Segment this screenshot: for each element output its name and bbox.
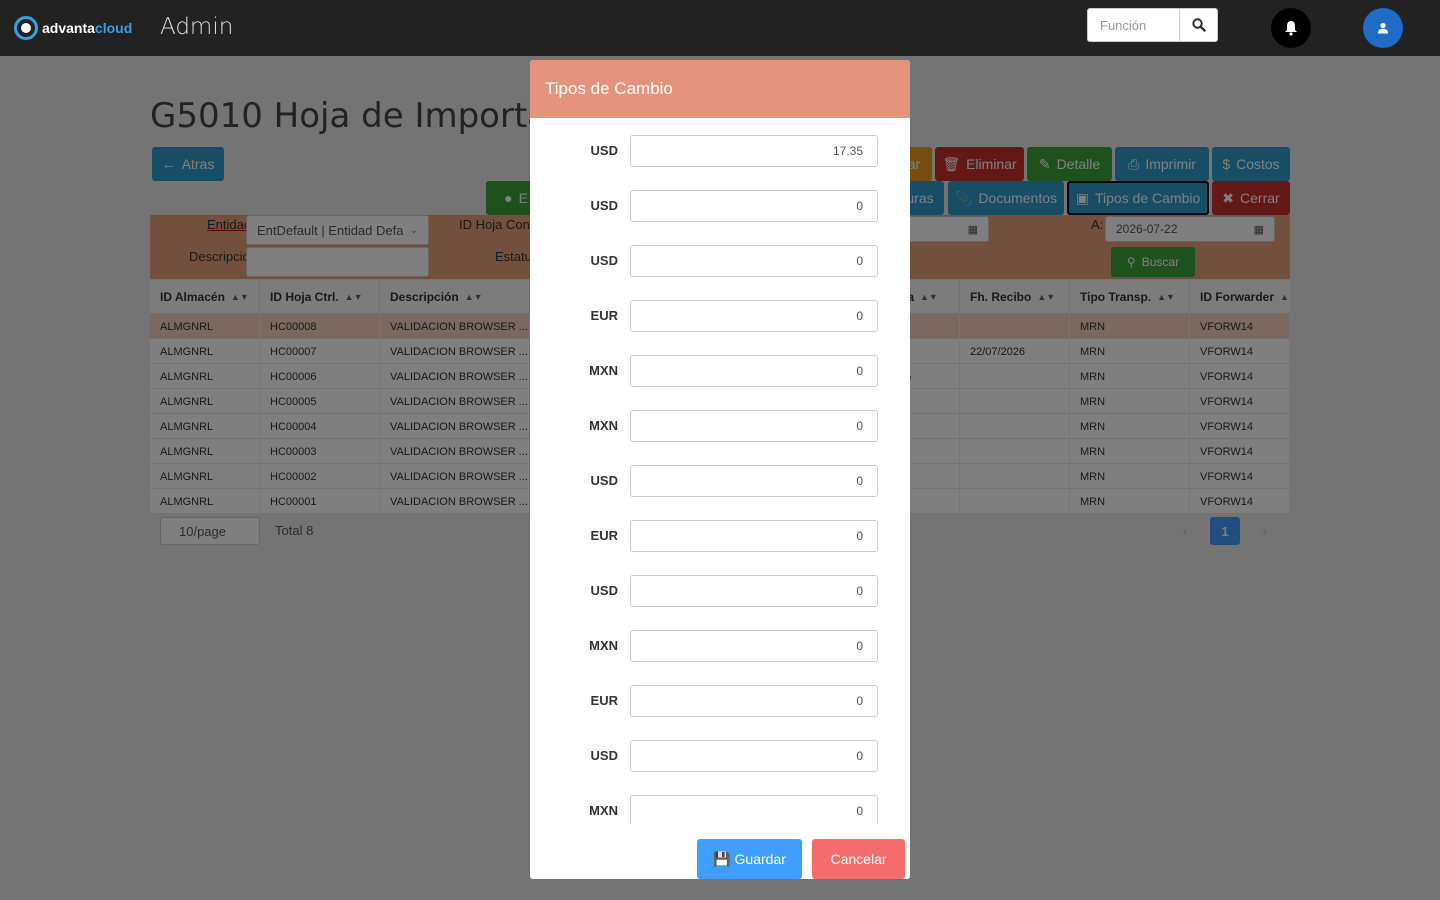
exchange-rate-input[interactable] — [630, 630, 878, 662]
logo-text-advanta: advanta — [42, 20, 95, 36]
search-button[interactable] — [1180, 8, 1218, 42]
currency-label: USD — [590, 198, 618, 213]
currency-label: USD — [590, 143, 618, 158]
bell-icon — [1285, 21, 1297, 36]
exchange-rate-input[interactable] — [630, 740, 878, 772]
dialog-title: Tipos de Cambio — [545, 79, 673, 98]
exchange-rate-input[interactable] — [630, 245, 878, 277]
search-icon — [1191, 18, 1206, 32]
exchange-rate-input[interactable] — [630, 410, 878, 442]
exchange-rate-input[interactable] — [630, 355, 878, 387]
user-icon — [1378, 22, 1388, 34]
exchange-rate-input[interactable] — [630, 190, 878, 222]
currency-label: MXN — [589, 363, 618, 378]
exchange-rate-input[interactable] — [630, 465, 878, 497]
save-icon: 💾 — [713, 850, 731, 867]
currency-label: EUR — [590, 528, 618, 543]
advantacloud-logo[interactable]: advanta cloud — [14, 15, 132, 41]
currency-label: USD — [590, 583, 618, 598]
currency-label: USD — [590, 748, 618, 763]
function-search-input[interactable] — [1087, 8, 1180, 42]
exchange-rate-input[interactable] — [630, 135, 878, 167]
exchange-rate-input[interactable] — [630, 685, 878, 717]
user-menu-button[interactable] — [1363, 8, 1403, 48]
currency-label: USD — [590, 473, 618, 488]
currency-label: MXN — [589, 638, 618, 653]
cancel-button[interactable]: Cancelar — [812, 839, 905, 879]
currency-label: EUR — [590, 693, 618, 708]
function-search — [1087, 8, 1218, 42]
top-navbar: advanta cloud Admin — [0, 0, 1440, 56]
currency-label: EUR — [590, 308, 618, 323]
currency-label: USD — [590, 253, 618, 268]
currency-label: MXN — [589, 418, 618, 433]
exchange-rate-input[interactable] — [630, 575, 878, 607]
currency-label: MXN — [589, 803, 618, 818]
logo-icon — [14, 16, 38, 40]
exchange-rate-input[interactable] — [630, 520, 878, 552]
save-button[interactable]: 💾 Guardar — [697, 839, 802, 879]
logo-text-cloud: cloud — [94, 20, 133, 36]
save-button-label: Guardar — [734, 851, 786, 867]
exchange-rate-input[interactable] — [630, 795, 878, 824]
exchange-rates-list[interactable]: USD USD USD EUR MXN MXN USD EUR USD MXN EUR USD MXN — [530, 118, 910, 824]
app-title: Admin — [160, 14, 234, 40]
exchange-rates-dialog: Tipos de Cambio USD USD USD EUR MXN MXN USD EUR… — [530, 60, 910, 879]
cancel-button-label: Cancelar — [830, 851, 887, 867]
dialog-header: Tipos de Cambio — [530, 60, 910, 118]
exchange-rate-input[interactable] — [630, 300, 878, 332]
notifications-button[interactable] — [1271, 8, 1311, 48]
